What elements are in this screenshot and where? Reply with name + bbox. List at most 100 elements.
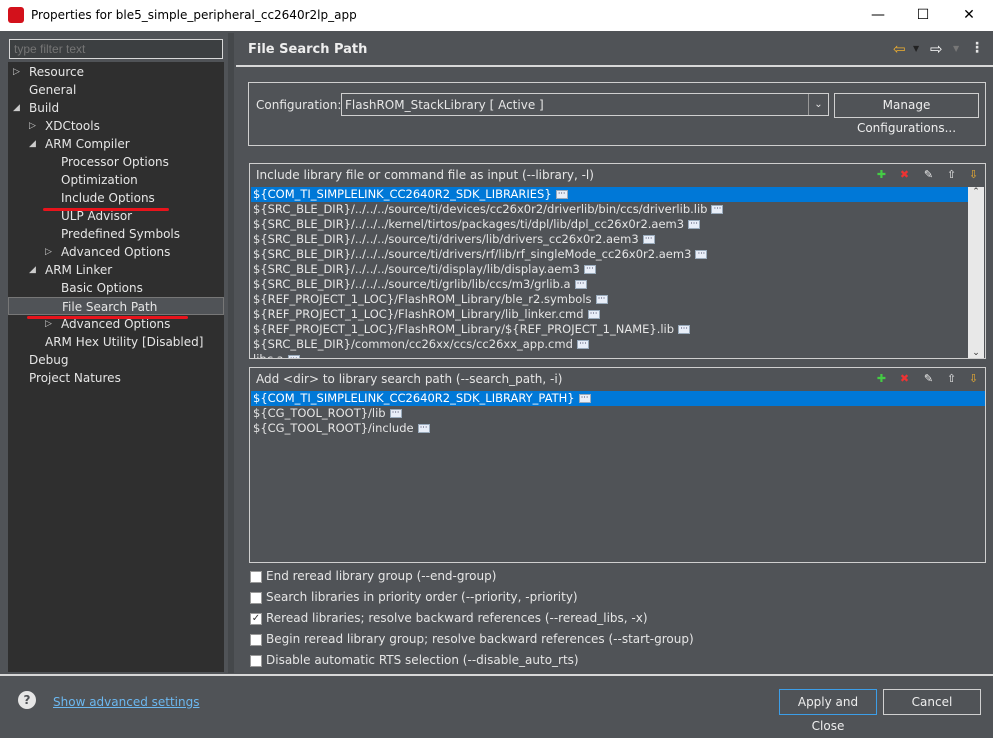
- option-checkbox[interactable]: Disable automatic RTS selection (--disab…: [250, 653, 579, 669]
- maximize-button[interactable]: ☐: [900, 0, 946, 31]
- list-item-text: ${SRC_BLE_DIR}/../../../source/ti/driver…: [253, 247, 692, 261]
- option-checkbox[interactable]: End reread library group (--end-group): [250, 569, 496, 585]
- list-item[interactable]: ${REF_PROJECT_1_LOC}/FlashROM_Library/${…: [251, 322, 968, 337]
- tree-item[interactable]: Project Natures: [8, 369, 224, 387]
- option-checkbox[interactable]: ✓ Reread libraries; resolve backward refe…: [250, 611, 648, 627]
- chevron-down-icon[interactable]: ⌄: [808, 94, 828, 115]
- filter-input[interactable]: [9, 39, 223, 59]
- list-item[interactable]: ${SRC_BLE_DIR}/../../../kernel/tirtos/pa…: [251, 217, 968, 232]
- tree-item[interactable]: Debug: [8, 351, 224, 369]
- more-icon[interactable]: ···: [574, 280, 587, 289]
- list-item[interactable]: ${SRC_BLE_DIR}/../../../source/ti/displa…: [251, 262, 968, 277]
- more-icon[interactable]: ···: [711, 205, 724, 214]
- list-item[interactable]: ${SRC_BLE_DIR}/../../../source/ti/driver…: [251, 247, 968, 262]
- list-item[interactable]: ${REF_PROJECT_1_LOC}/FlashROM_Library/bl…: [251, 292, 968, 307]
- more-icon[interactable]: ···: [287, 355, 300, 358]
- option-label: Search libraries in priority order (--pr…: [266, 590, 578, 604]
- list-item[interactable]: ${REF_PROJECT_1_LOC}/FlashROM_Library/li…: [251, 307, 968, 322]
- edit-icon[interactable]: ✎: [921, 371, 936, 386]
- list-item[interactable]: ${SRC_BLE_DIR}/../../../source/ti/device…: [251, 202, 968, 217]
- scrollbar[interactable]: ⌃ ⌄: [968, 187, 984, 358]
- collapse-icon[interactable]: ◢: [13, 99, 20, 117]
- arrow-left-icon[interactable]: ⇦: [893, 40, 906, 58]
- title-bar: Properties for ble5_simple_peripheral_cc…: [0, 0, 993, 31]
- list-item[interactable]: ${SRC_BLE_DIR}/common/cc26xx/ccs/cc26xx_…: [251, 337, 968, 352]
- delete-icon[interactable]: ✖: [897, 371, 912, 386]
- list-item-text: ${REF_PROJECT_1_LOC}/FlashROM_Library/li…: [253, 307, 584, 321]
- tree-item[interactable]: General: [8, 81, 224, 99]
- scroll-down-icon[interactable]: ⌄: [968, 348, 984, 358]
- move-down-icon[interactable]: ⇩: [966, 167, 981, 182]
- tree-item[interactable]: ▷ Resource: [8, 63, 224, 81]
- more-icon[interactable]: ···: [389, 409, 402, 418]
- checkbox-icon[interactable]: [250, 633, 262, 646]
- more-icon[interactable]: ···: [417, 424, 430, 433]
- list-item[interactable]: ${COM_TI_SIMPLELINK_CC2640R2_SDK_LIBRARY…: [251, 391, 985, 406]
- list-item[interactable]: ${SRC_BLE_DIR}/../../../source/ti/driver…: [251, 232, 968, 247]
- list-item[interactable]: libc.a ···: [251, 352, 968, 358]
- tree-item[interactable]: Basic Options: [8, 279, 224, 297]
- list-item-text: ${SRC_BLE_DIR}/../../../source/ti/grlib/…: [253, 277, 571, 291]
- move-up-icon[interactable]: ⇧: [944, 167, 959, 182]
- chevron-down-icon[interactable]: ▼: [913, 44, 919, 53]
- collapse-icon[interactable]: ◢: [29, 135, 36, 153]
- expand-icon[interactable]: ▷: [13, 63, 20, 81]
- checkbox-icon[interactable]: [250, 654, 262, 667]
- checkbox-icon[interactable]: [250, 570, 262, 583]
- move-down-icon[interactable]: ⇩: [966, 371, 981, 386]
- tree-item[interactable]: ▷ Advanced Options: [8, 243, 224, 261]
- checkbox-icon[interactable]: [250, 591, 262, 604]
- option-checkbox[interactable]: Search libraries in priority order (--pr…: [250, 590, 578, 606]
- arrow-right-icon[interactable]: ⇨: [930, 40, 943, 58]
- option-checkbox[interactable]: Begin reread library group; resolve back…: [250, 632, 694, 648]
- tree-item[interactable]: Optimization: [8, 171, 224, 189]
- more-icon[interactable]: ⋮: [970, 40, 984, 56]
- tree-item[interactable]: ARM Hex Utility [Disabled]: [8, 333, 224, 351]
- tree-item[interactable]: ◢ ARM Linker: [8, 261, 224, 279]
- search-path-title: Add <dir> to library search path (--sear…: [256, 372, 563, 386]
- apply-and-close-button[interactable]: Apply and Close: [779, 689, 877, 733]
- tree-item[interactable]: Processor Options: [8, 153, 224, 171]
- tree-item[interactable]: File Search Path: [8, 297, 224, 315]
- more-icon[interactable]: ···: [688, 220, 701, 229]
- more-icon[interactable]: ···: [576, 340, 589, 349]
- more-icon[interactable]: ···: [695, 250, 708, 259]
- delete-icon[interactable]: ✖: [897, 167, 912, 182]
- collapse-icon[interactable]: ◢: [29, 261, 36, 279]
- checked-checkbox-icon[interactable]: ✓: [250, 612, 262, 625]
- manage-configurations-button[interactable]: Manage Configurations...: [834, 93, 979, 135]
- more-icon[interactable]: ···: [642, 235, 655, 244]
- more-icon[interactable]: ···: [578, 394, 591, 403]
- close-button[interactable]: ✕: [946, 0, 992, 31]
- more-icon[interactable]: ···: [583, 265, 596, 274]
- splitter[interactable]: [228, 33, 234, 673]
- scroll-up-icon[interactable]: ⌃: [968, 187, 984, 202]
- tree-item[interactable]: Predefined Symbols: [8, 225, 224, 243]
- tree-item[interactable]: ◢ Build: [8, 99, 224, 117]
- list-item[interactable]: ${CG_TOOL_ROOT}/include ···: [251, 421, 985, 436]
- list-item[interactable]: ${COM_TI_SIMPLELINK_CC2640R2_SDK_LIBRARI…: [251, 187, 968, 202]
- tree-item[interactable]: ▷ XDCtools: [8, 117, 224, 135]
- list-item[interactable]: ${CG_TOOL_ROOT}/lib ···: [251, 406, 985, 421]
- more-icon[interactable]: ···: [678, 325, 691, 334]
- tree-item[interactable]: ◢ ARM Compiler: [8, 135, 224, 153]
- show-advanced-settings-link[interactable]: Show advanced settings: [53, 695, 200, 709]
- add-icon[interactable]: ✚: [874, 167, 889, 182]
- configuration-select[interactable]: FlashROM_StackLibrary [ Active ] ⌄: [341, 93, 829, 116]
- edit-icon[interactable]: ✎: [921, 167, 936, 182]
- tree-item-label: XDCtools: [45, 119, 100, 133]
- expand-icon[interactable]: ▷: [45, 243, 52, 261]
- help-icon[interactable]: ?: [18, 691, 36, 709]
- add-icon[interactable]: ✚: [874, 371, 889, 386]
- cancel-button[interactable]: Cancel: [883, 689, 981, 715]
- expand-icon[interactable]: ▷: [29, 117, 36, 135]
- chevron-down-icon[interactable]: ▼: [953, 44, 959, 53]
- list-item[interactable]: ${SRC_BLE_DIR}/../../../source/ti/grlib/…: [251, 277, 968, 292]
- tree-item[interactable]: Include Options: [8, 189, 224, 207]
- minimize-button[interactable]: —: [855, 0, 901, 31]
- move-up-icon[interactable]: ⇧: [944, 371, 959, 386]
- more-icon[interactable]: ···: [555, 190, 568, 199]
- more-icon[interactable]: ···: [587, 310, 600, 319]
- tree-item-label: Predefined Symbols: [61, 227, 181, 241]
- more-icon[interactable]: ···: [595, 295, 608, 304]
